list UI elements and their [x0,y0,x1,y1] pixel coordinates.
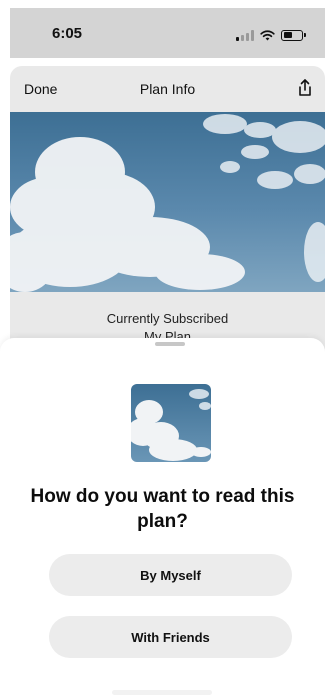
cloud-thumbnail-image [131,389,211,461]
plan-hero-image [10,112,325,292]
read-mode-sheet: How do you want to read this plan? By My… [0,338,325,698]
share-icon[interactable] [297,78,313,98]
status-icons [236,28,306,42]
status-bar: 6:05 [10,8,325,58]
nav-bar: Done Plan Info [10,66,325,112]
wifi-icon [260,29,275,40]
read-mode-question: How do you want to read this plan? [30,486,295,532]
battery-icon [281,29,306,41]
cellular-signal-icon [236,29,254,41]
by-myself-button[interactable]: By Myself [49,554,292,596]
sheet-grabber[interactable] [155,342,185,346]
home-indicator [112,690,212,695]
plan-thumbnail [131,384,211,462]
subscription-status: Currently Subscribed [106,311,229,326]
nav-title: Plan Info [139,81,196,97]
plan-info-screen: Done Plan Info Currently Subscribed My P… [10,66,325,366]
status-time: 6:05 [52,25,83,42]
cloud-image [10,114,325,292]
with-friends-button[interactable]: With Friends [49,616,292,658]
